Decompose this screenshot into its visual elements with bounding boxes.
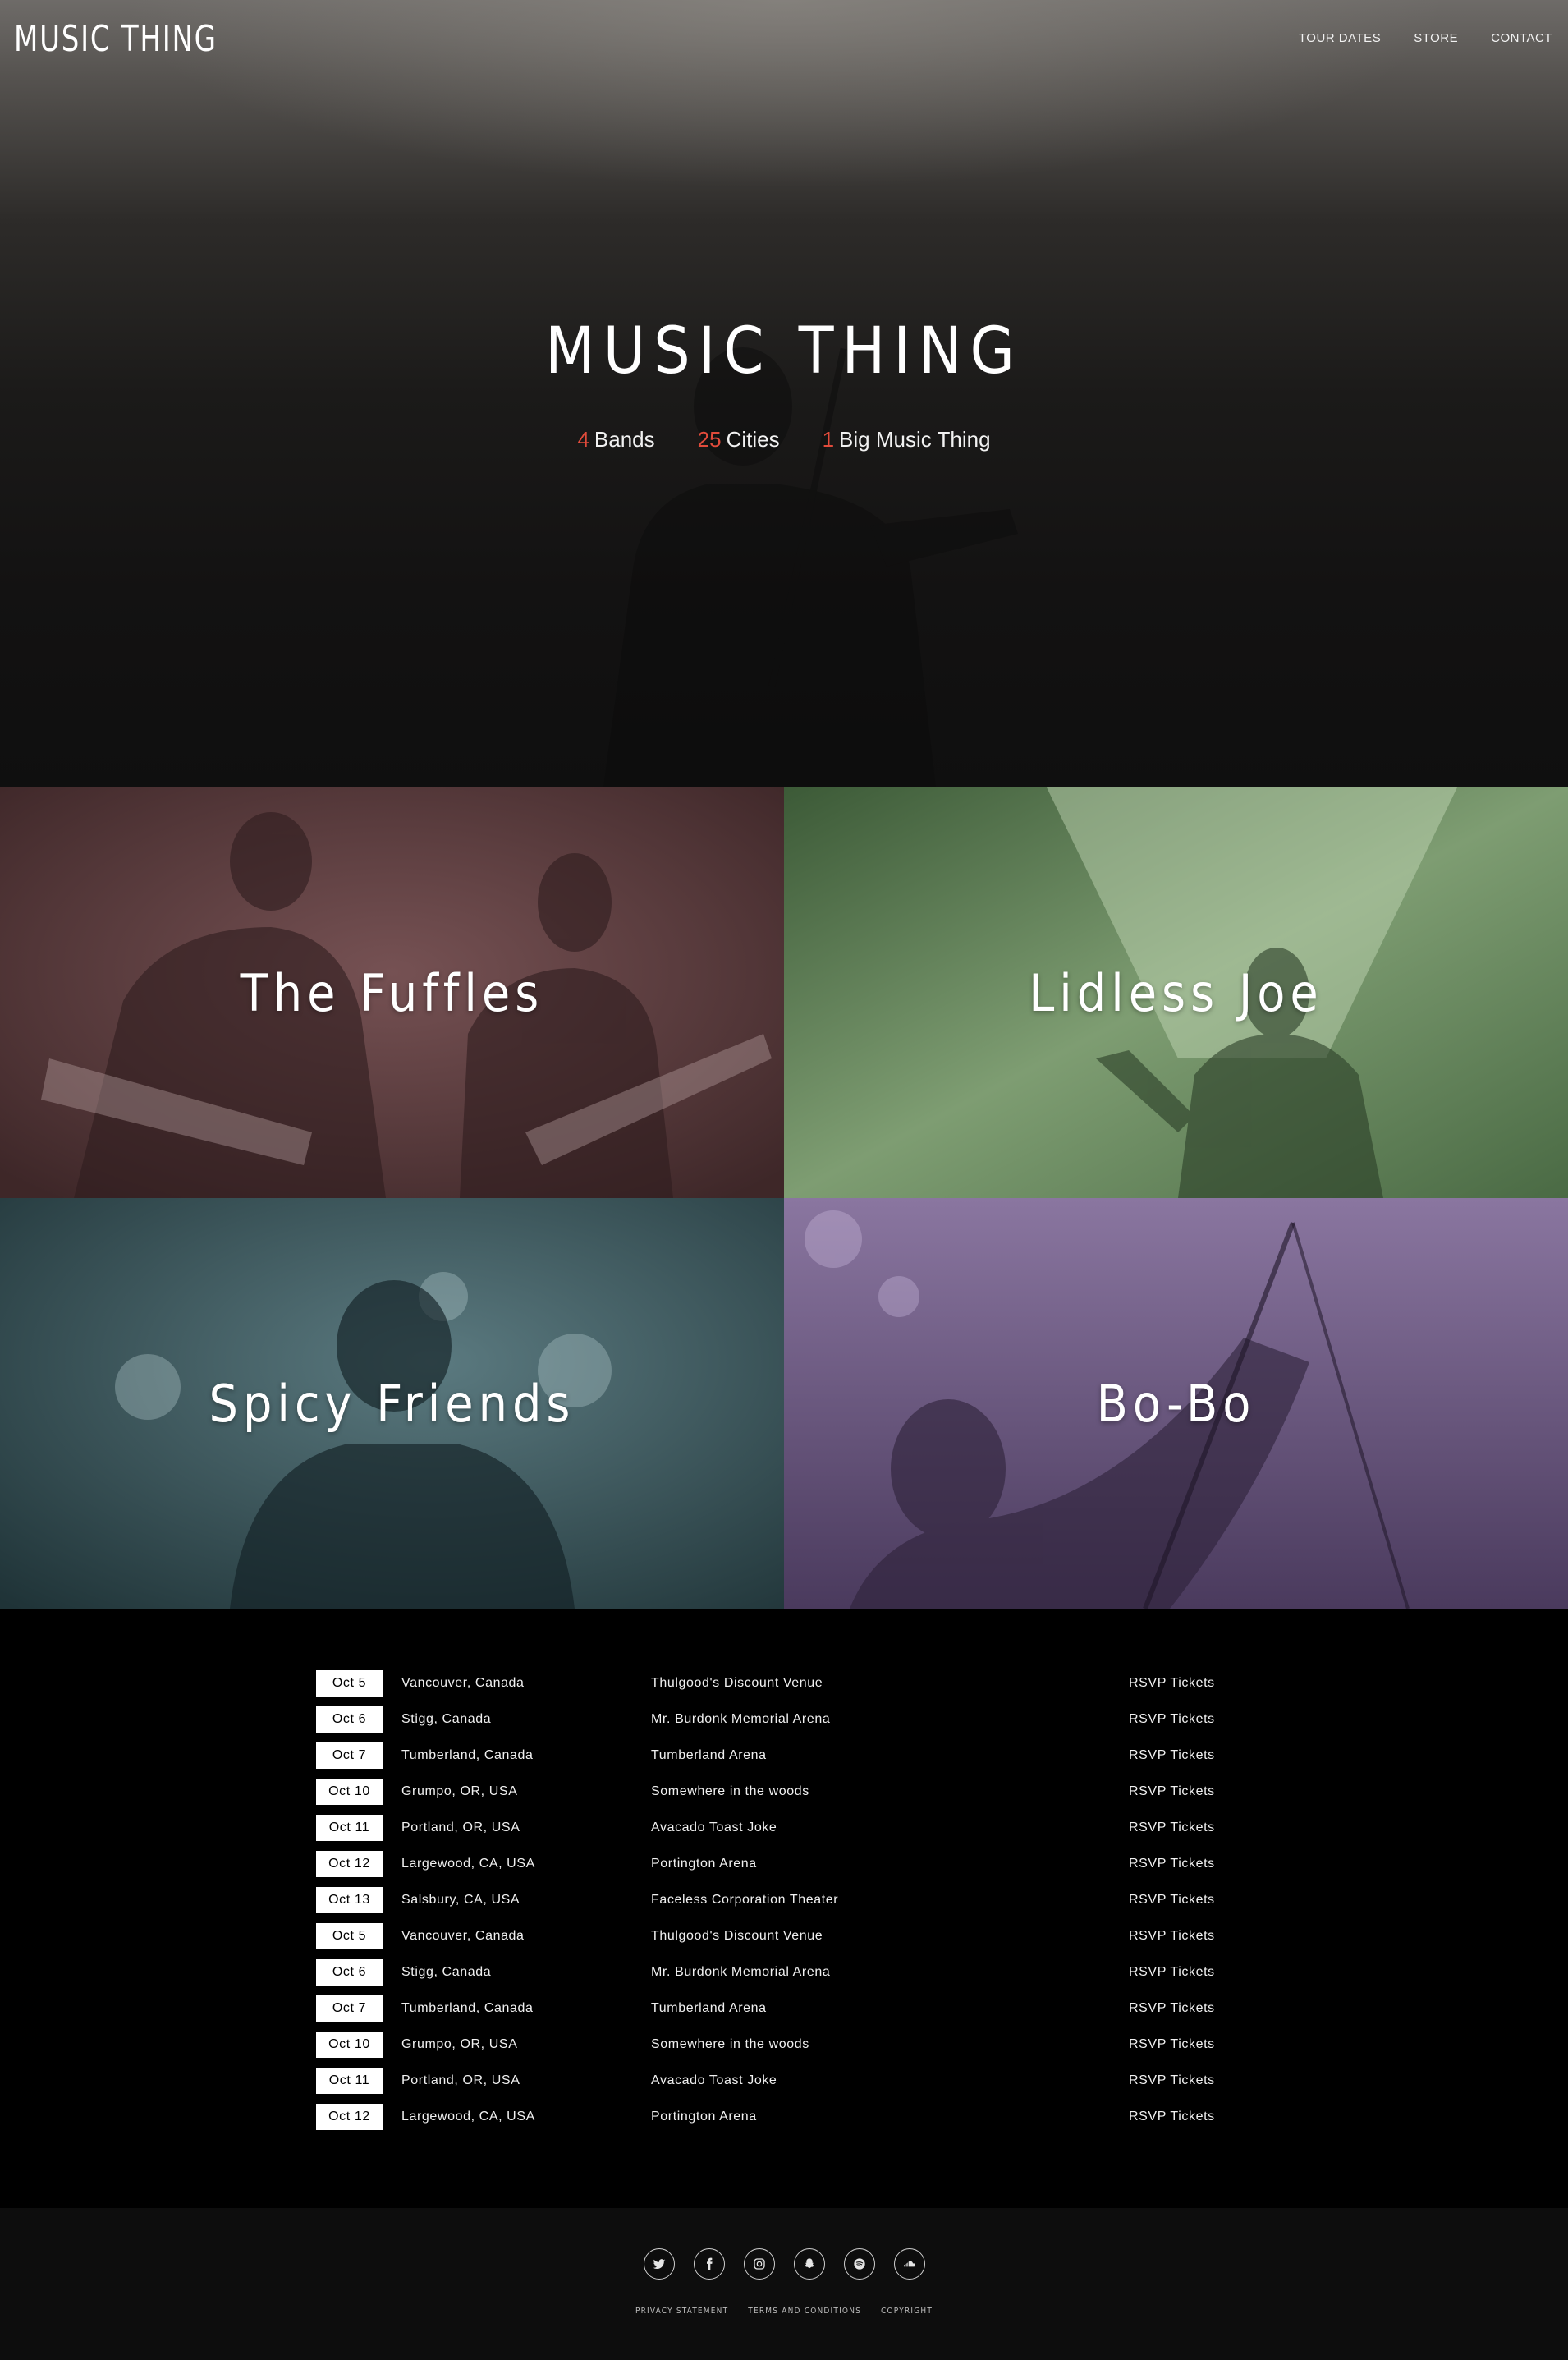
stat-label: Cities [726,427,780,452]
tour-date-badge: Oct 11 [316,2068,383,2094]
tour-city: Stigg, Canada [401,1965,492,1979]
band-card-the-fuffles[interactable]: The Fuffles [0,787,784,1198]
privacy-statement-link[interactable]: PRIVACY STATEMENT [635,2307,728,2316]
site-footer: PRIVACY STATEMENT TERMS AND CONDITIONS C… [0,2208,1568,2360]
tour-date-badge: Oct 12 [316,2104,383,2130]
tour-city: Largewood, CA, USA [401,1857,535,1871]
tour-venue: Tumberland Arena [651,1748,767,1762]
tour-venue: Avacado Toast Joke [651,1821,777,1834]
copyright-link[interactable]: COPYRIGHT [881,2307,933,2316]
tour-venue: Somewhere in the woods [651,1784,809,1798]
rsvp-tickets-link[interactable]: RSVP Tickets [1129,1857,1215,1871]
twitter-link[interactable] [643,2248,675,2280]
tour-city: Tumberland, Canada [401,2001,534,2015]
band-card-bo-bo[interactable]: Bo-Bo [784,1198,1568,1609]
rsvp-tickets-link[interactable]: RSVP Tickets [1129,1748,1215,1763]
soundcloud-link[interactable] [893,2248,925,2280]
rsvp-tickets-link[interactable]: RSVP Tickets [1129,2110,1215,2124]
rsvp-tickets-link[interactable]: RSVP Tickets [1129,2073,1215,2088]
site-logo[interactable]: MUSIC THING [14,15,218,64]
tour-date-badge: Oct 5 [316,1923,383,1949]
tour-date-badge: Oct 11 [316,1815,383,1841]
hero-title: MUSIC THING [545,315,1023,388]
hero-section: MUSIC THING TOUR DATES STORE CONTACT MUS… [0,0,1568,787]
rsvp-tickets-link[interactable]: RSVP Tickets [1129,1965,1215,1980]
tour-city: Grumpo, OR, USA [401,2037,518,2051]
hero-stats: 4 Bands 25 Cities 1 Big Music Thing [0,427,1568,452]
stat-number: 1 [822,427,835,452]
rsvp-tickets-link[interactable]: RSVP Tickets [1129,2037,1215,2052]
tour-date-badge: Oct 12 [316,1851,383,1877]
stat-label: Bands [594,427,655,452]
band-name: Lidless Joe [1029,962,1323,1023]
band-name: Bo-Bo [1096,1373,1256,1434]
tour-venue: Thulgood's Discount Venue [651,1929,823,1943]
tour-date-badge: Oct 5 [316,1670,383,1697]
nav-contact[interactable]: CONTACT [1491,31,1552,45]
spotify-icon [853,2258,865,2270]
rsvp-tickets-link[interactable]: RSVP Tickets [1129,1712,1215,1727]
facebook-icon [706,2257,713,2270]
spotify-link[interactable] [843,2248,875,2280]
soundcloud-icon [903,2261,915,2267]
nav-store[interactable]: STORE [1414,31,1458,45]
tour-date-badge: Oct 6 [316,1706,383,1733]
tour-venue: Portington Arena [651,1857,757,1871]
rsvp-tickets-link[interactable]: RSVP Tickets [1129,2001,1215,2016]
tour-date-badge: Oct 6 [316,1959,383,1986]
tour-city: Tumberland, Canada [401,1748,534,1762]
terms-and-conditions-link[interactable]: TERMS AND CONDITIONS [748,2307,861,2316]
band-card-spicy-friends[interactable]: Spicy Friends [0,1198,784,1609]
band-card-lidless-joe[interactable]: Lidless Joe [784,787,1568,1198]
band-name: Spicy Friends [209,1373,575,1434]
rsvp-tickets-link[interactable]: RSVP Tickets [1129,1929,1215,1944]
facebook-link[interactable] [693,2248,725,2280]
tour-venue: Mr. Burdonk Memorial Arena [651,1712,831,1726]
bands-grid: The Fuffles Lidless Joe Spicy Friends Bo… [0,787,1568,1609]
tour-venue: Tumberland Arena [651,2001,767,2015]
legal-links: PRIVACY STATEMENT TERMS AND CONDITIONS C… [0,2307,1568,2316]
tour-venue: Faceless Corporation Theater [651,1893,839,1907]
instagram-icon [753,2258,765,2270]
tour-city: Portland, OR, USA [401,1821,520,1834]
tour-date-badge: Oct 13 [316,1887,383,1913]
stat-number: 4 [577,427,589,452]
tour-city: Largewood, CA, USA [401,2110,535,2124]
nav-tour-dates[interactable]: TOUR DATES [1299,31,1381,45]
snapchat-icon [804,2258,814,2269]
stat-bands: 4 Bands [577,427,654,452]
rsvp-tickets-link[interactable]: RSVP Tickets [1129,1821,1215,1835]
tour-date-badge: Oct 10 [316,2032,383,2058]
stat-label: Big Music Thing [839,427,991,452]
tour-venue: Portington Arena [651,2110,757,2124]
tour-date-badge: Oct 7 [316,1995,383,2022]
instagram-link[interactable] [743,2248,775,2280]
tour-date-badge: Oct 10 [316,1779,383,1805]
snapchat-link[interactable] [793,2248,825,2280]
rsvp-tickets-link[interactable]: RSVP Tickets [1129,1784,1215,1799]
tour-dates-section: Oct 5 Vancouver, Canada Thulgood's Discoun… [0,1609,1568,2208]
main-nav: TOUR DATES STORE CONTACT [1299,31,1552,45]
tour-venue: Avacado Toast Joke [651,2073,777,2087]
band-name: The Fuffles [240,962,544,1023]
tour-city: Salsbury, CA, USA [401,1893,520,1907]
tour-venue: Mr. Burdonk Memorial Arena [651,1965,831,1979]
social-links [0,2248,1568,2280]
tour-city: Vancouver, Canada [401,1929,525,1943]
tour-venue: Thulgood's Discount Venue [651,1676,823,1690]
twitter-icon [653,2259,665,2270]
tour-city: Vancouver, Canada [401,1676,525,1690]
tour-date-badge: Oct 7 [316,1742,383,1769]
tour-city: Stigg, Canada [401,1712,492,1726]
stat-number: 25 [697,427,722,452]
tour-city: Portland, OR, USA [401,2073,520,2087]
rsvp-tickets-link[interactable]: RSVP Tickets [1129,1893,1215,1908]
hero-background-image [603,347,1018,787]
rsvp-tickets-link[interactable]: RSVP Tickets [1129,1676,1215,1691]
stat-big-music-thing: 1 Big Music Thing [823,427,991,452]
tour-venue: Somewhere in the woods [651,2037,809,2051]
stat-cities: 25 Cities [698,427,780,452]
tour-city: Grumpo, OR, USA [401,1784,518,1798]
